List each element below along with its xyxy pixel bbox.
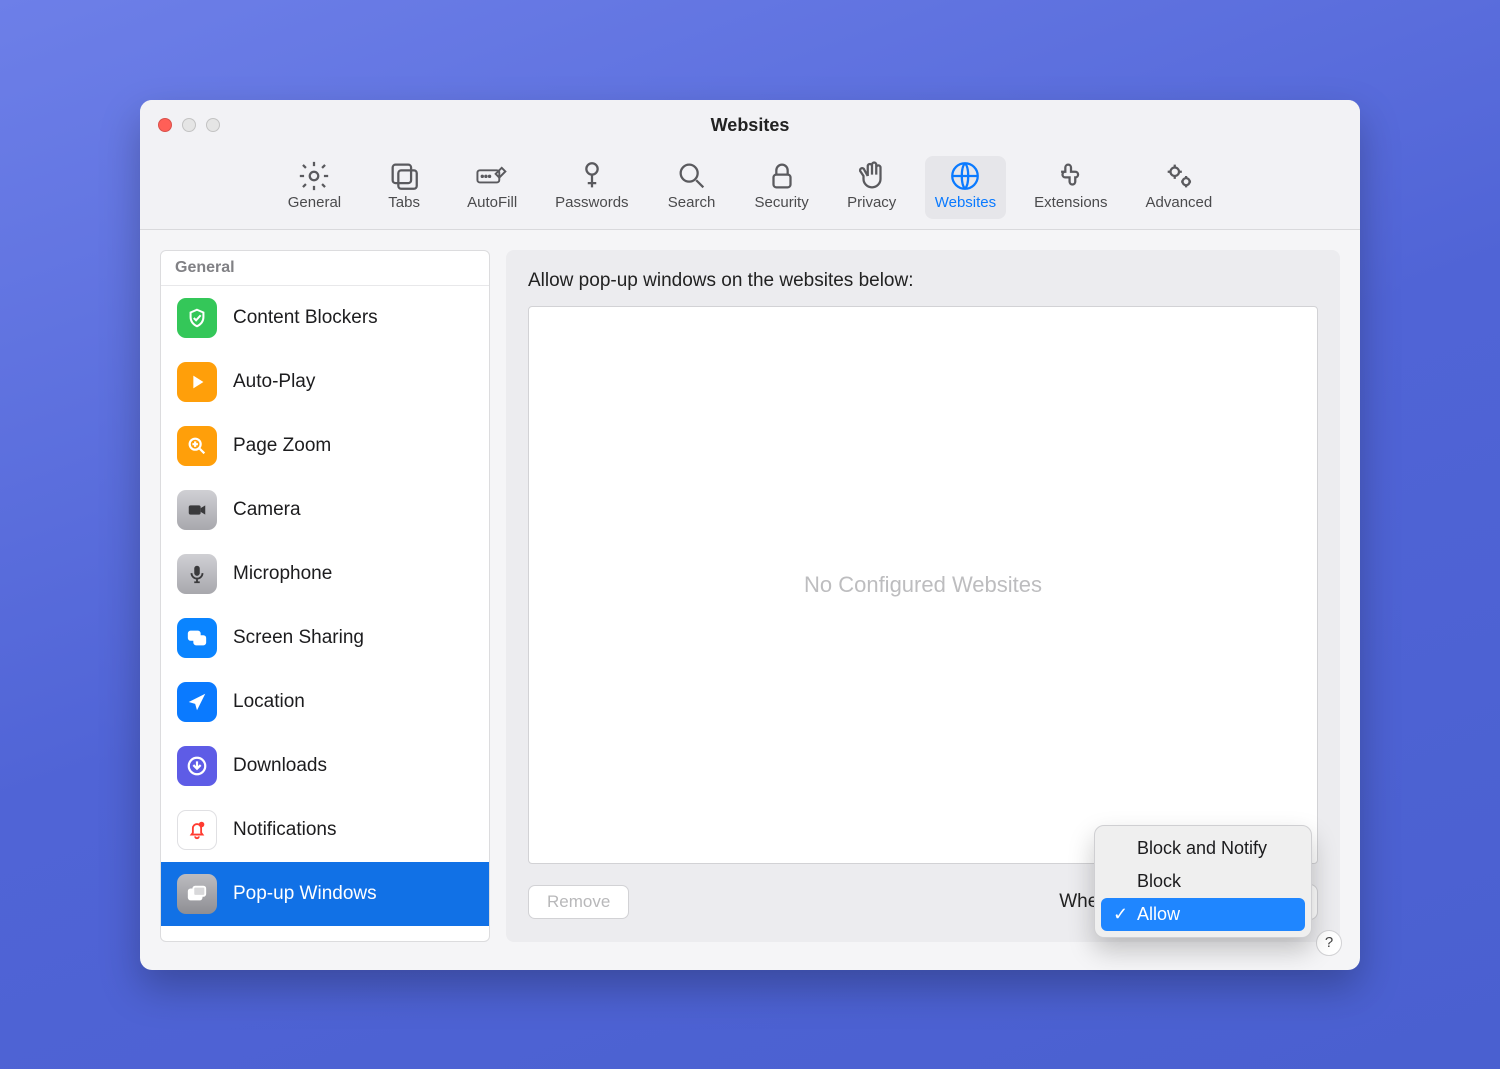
tab-advanced[interactable]: Advanced	[1136, 156, 1223, 219]
globe-icon	[948, 162, 982, 190]
titlebar: Websites General Tabs AutoFill Passwords…	[140, 100, 1360, 230]
remove-button[interactable]: Remove	[528, 885, 629, 919]
panel-heading: Allow pop-up windows on the websites bel…	[528, 270, 1318, 292]
gears-icon	[1162, 162, 1196, 190]
puzzle-icon	[1054, 162, 1088, 190]
tab-security[interactable]: Security	[745, 156, 819, 219]
popup-windows-icon	[177, 874, 217, 914]
pencil-form-icon	[475, 162, 509, 190]
tab-label: Search	[668, 194, 716, 211]
zoom-icon	[177, 426, 217, 466]
tab-label: Websites	[935, 194, 996, 211]
sidebar-item-location[interactable]: Location	[161, 670, 489, 734]
tab-label: Tabs	[388, 194, 420, 211]
tab-label: Security	[755, 194, 809, 211]
mic-icon	[177, 554, 217, 594]
tab-extensions[interactable]: Extensions	[1024, 156, 1117, 219]
tab-label: General	[288, 194, 341, 211]
tab-label: Extensions	[1034, 194, 1107, 211]
location-arrow-icon	[177, 682, 217, 722]
sidebar-item-label: Notifications	[233, 819, 337, 841]
tab-websites[interactable]: Websites	[925, 156, 1006, 219]
gear-icon	[297, 162, 331, 190]
dropdown-option-block-notify[interactable]: Block and Notify	[1101, 832, 1305, 865]
sidebar-item-label: Camera	[233, 499, 301, 521]
tab-privacy[interactable]: Privacy	[837, 156, 907, 219]
hand-icon	[855, 162, 889, 190]
sidebar-item-label: Screen Sharing	[233, 627, 364, 649]
preferences-toolbar: General Tabs AutoFill Passwords Search S…	[140, 156, 1360, 219]
sidebar-item-label: Content Blockers	[233, 307, 378, 329]
tab-search[interactable]: Search	[657, 156, 727, 219]
sidebar-item-screen-sharing[interactable]: Screen Sharing	[161, 606, 489, 670]
preferences-window: Websites General Tabs AutoFill Passwords…	[140, 100, 1360, 970]
dropdown-option-label: Allow	[1137, 904, 1180, 925]
sidebar-section-header: General	[161, 251, 489, 286]
sidebar-item-page-zoom[interactable]: Page Zoom	[161, 414, 489, 478]
camera-icon	[177, 490, 217, 530]
sidebar-item-label: Page Zoom	[233, 435, 331, 457]
sidebar-item-label: Pop-up Windows	[233, 883, 377, 905]
websites-list[interactable]: No Configured Websites	[528, 306, 1318, 864]
sidebar: General Content Blockers Auto-Play Page …	[160, 250, 490, 942]
screens-icon	[177, 618, 217, 658]
key-icon	[575, 162, 609, 190]
lock-icon	[765, 162, 799, 190]
sidebar-item-label: Downloads	[233, 755, 327, 777]
tabs-icon	[387, 162, 421, 190]
sidebar-item-downloads[interactable]: Downloads	[161, 734, 489, 798]
sidebar-item-popup-windows[interactable]: Pop-up Windows	[161, 862, 489, 926]
sidebar-item-label: Auto-Play	[233, 371, 315, 393]
tab-passwords[interactable]: Passwords	[545, 156, 638, 219]
panel-footer: Remove When visiting other websites Bloc…	[528, 884, 1318, 920]
help-button[interactable]: ?	[1316, 930, 1342, 956]
tab-autofill[interactable]: AutoFill	[457, 156, 527, 219]
tab-label: AutoFill	[467, 194, 517, 211]
sidebar-item-label: Location	[233, 691, 305, 713]
tab-label: Advanced	[1146, 194, 1213, 211]
dropdown-option-block[interactable]: Block	[1101, 865, 1305, 898]
empty-state-text: No Configured Websites	[804, 572, 1042, 598]
sidebar-item-camera[interactable]: Camera	[161, 478, 489, 542]
tab-tabs[interactable]: Tabs	[369, 156, 439, 219]
dropdown-option-label: Block	[1137, 871, 1181, 892]
window-body: General Content Blockers Auto-Play Page …	[140, 230, 1360, 970]
sidebar-item-microphone[interactable]: Microphone	[161, 542, 489, 606]
sidebar-item-content-blockers[interactable]: Content Blockers	[161, 286, 489, 350]
main-panel: Allow pop-up windows on the websites bel…	[506, 250, 1340, 942]
dropdown-option-allow[interactable]: ✓ Allow	[1101, 898, 1305, 931]
window-title: Websites	[140, 115, 1360, 136]
tab-label: Privacy	[847, 194, 896, 211]
tab-label: Passwords	[555, 194, 628, 211]
sidebar-item-notifications[interactable]: Notifications	[161, 798, 489, 862]
dropdown-option-label: Block and Notify	[1137, 838, 1267, 859]
sidebar-item-autoplay[interactable]: Auto-Play	[161, 350, 489, 414]
play-icon	[177, 362, 217, 402]
footer-right: When visiting other websites Block and N…	[629, 884, 1318, 920]
dropdown-menu: Block and Notify Block ✓ Allow	[1094, 825, 1312, 938]
bell-icon	[177, 810, 217, 850]
checkmark-icon: ✓	[1113, 904, 1129, 925]
download-icon	[177, 746, 217, 786]
shield-check-icon	[177, 298, 217, 338]
search-icon	[675, 162, 709, 190]
tab-general[interactable]: General	[278, 156, 351, 219]
sidebar-item-label: Microphone	[233, 563, 332, 585]
